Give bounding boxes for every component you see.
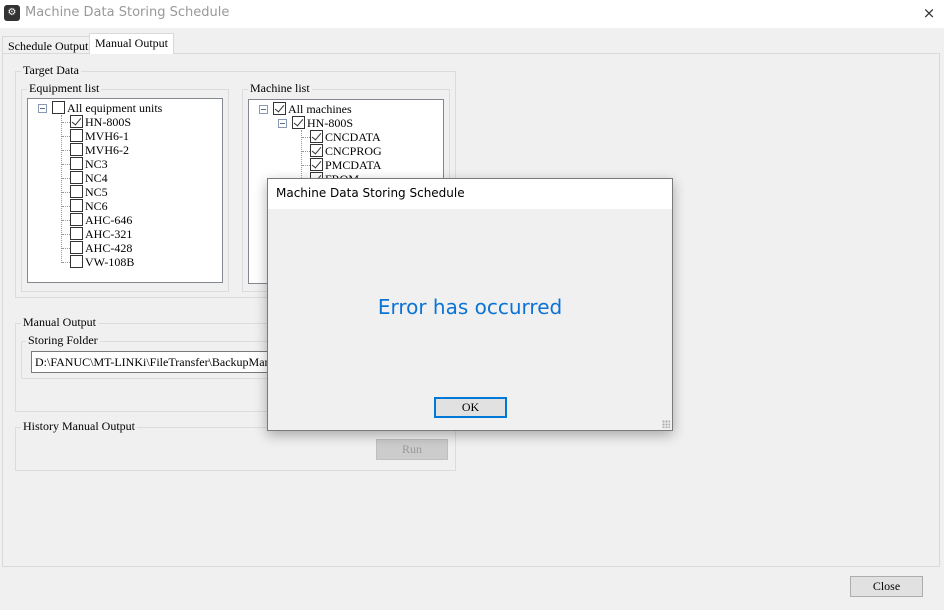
tree-item-label: CNCPROG <box>325 144 382 158</box>
resize-grip-icon[interactable] <box>662 420 670 428</box>
error-dialog: Machine Data Storing Schedule Error has … <box>267 178 673 431</box>
tree-line <box>62 262 70 263</box>
run-button[interactable]: Run <box>376 439 448 460</box>
tree-item-label: VW-108B <box>85 255 135 269</box>
error-message: Error has occurred <box>377 295 563 319</box>
tree-item-label: NC6 <box>85 199 108 213</box>
checkbox[interactable] <box>310 158 323 171</box>
checkbox[interactable] <box>70 255 83 268</box>
tree-item-label: CNCDATA <box>325 130 381 144</box>
checkbox[interactable] <box>292 116 305 129</box>
tree-line <box>62 136 70 137</box>
tree-line <box>302 137 310 138</box>
tree-line <box>302 165 310 166</box>
machine-list-label: Machine list <box>248 81 312 95</box>
collapse-icon[interactable] <box>259 105 268 114</box>
dialog-title-bar: Machine Data Storing Schedule <box>268 179 672 209</box>
tree-line <box>302 151 310 152</box>
storing-folder-input[interactable]: D:\FANUC\MT-LINKi\FileTransfer\BackupMan… <box>31 351 291 373</box>
tree-line <box>62 150 70 151</box>
tree-line <box>62 220 70 221</box>
tree-line <box>62 122 70 123</box>
tree-line <box>62 164 70 165</box>
close-button[interactable]: Close <box>850 576 923 597</box>
tree-item-label: AHC-321 <box>85 227 133 241</box>
checkbox[interactable] <box>70 227 83 240</box>
tree-item-label: AHC-428 <box>85 241 133 255</box>
tree-item-label: NC3 <box>85 157 108 171</box>
checkbox[interactable] <box>310 144 323 157</box>
manual-output-label: Manual Output <box>21 315 98 329</box>
history-label: History Manual Output <box>21 419 137 433</box>
tree-item-label: MVH6-1 <box>85 129 129 143</box>
tree-line <box>62 178 70 179</box>
tree-item-label: NC5 <box>85 185 108 199</box>
storing-folder-label: Storing Folder <box>26 333 100 347</box>
machine-icon: ⚙ <box>4 5 20 21</box>
tree-line <box>62 206 70 207</box>
checkbox[interactable] <box>70 213 83 226</box>
checkbox[interactable] <box>70 241 83 254</box>
tree-item-label: All equipment units <box>67 101 163 115</box>
checkbox[interactable] <box>70 185 83 198</box>
equipment-tree[interactable]: All equipment units HN-800S MVH6-1 MVH6-2 NC… <box>27 98 223 283</box>
tree-item-label: All machines <box>288 102 352 116</box>
checkbox[interactable] <box>70 143 83 156</box>
ok-button[interactable]: OK <box>434 397 507 418</box>
tab-manual-output[interactable]: Manual Output <box>89 33 174 54</box>
title-bar: ⚙ Machine Data Storing Schedule × <box>0 0 944 28</box>
equipment-list-label: Equipment list <box>27 81 102 95</box>
collapse-icon[interactable] <box>38 104 47 113</box>
checkbox[interactable] <box>52 101 65 114</box>
target-data-label: Target Data <box>21 63 81 77</box>
checkbox[interactable] <box>70 157 83 170</box>
tree-item-label: HN-800S <box>85 115 132 129</box>
tree-item-label: HN-800S <box>307 116 354 130</box>
checkbox[interactable] <box>273 102 286 115</box>
window-title: Machine Data Storing Schedule <box>25 5 230 20</box>
checkbox[interactable] <box>70 115 83 128</box>
checkbox[interactable] <box>310 130 323 143</box>
tree-line <box>62 234 70 235</box>
dialog-title: Machine Data Storing Schedule <box>276 186 465 200</box>
collapse-icon[interactable] <box>278 119 287 128</box>
tree-item-label: AHC-646 <box>85 213 133 227</box>
tree-item-label: NC4 <box>85 171 108 185</box>
checkbox[interactable] <box>70 199 83 212</box>
tree-line <box>62 248 70 249</box>
tree-line <box>61 115 62 263</box>
tree-line <box>62 192 70 193</box>
close-icon[interactable]: × <box>918 3 940 23</box>
checkbox[interactable] <box>70 171 83 184</box>
tree-item-label: PMCDATA <box>325 158 382 172</box>
checkbox[interactable] <box>70 129 83 142</box>
tree-item-label: MVH6-2 <box>85 143 129 157</box>
